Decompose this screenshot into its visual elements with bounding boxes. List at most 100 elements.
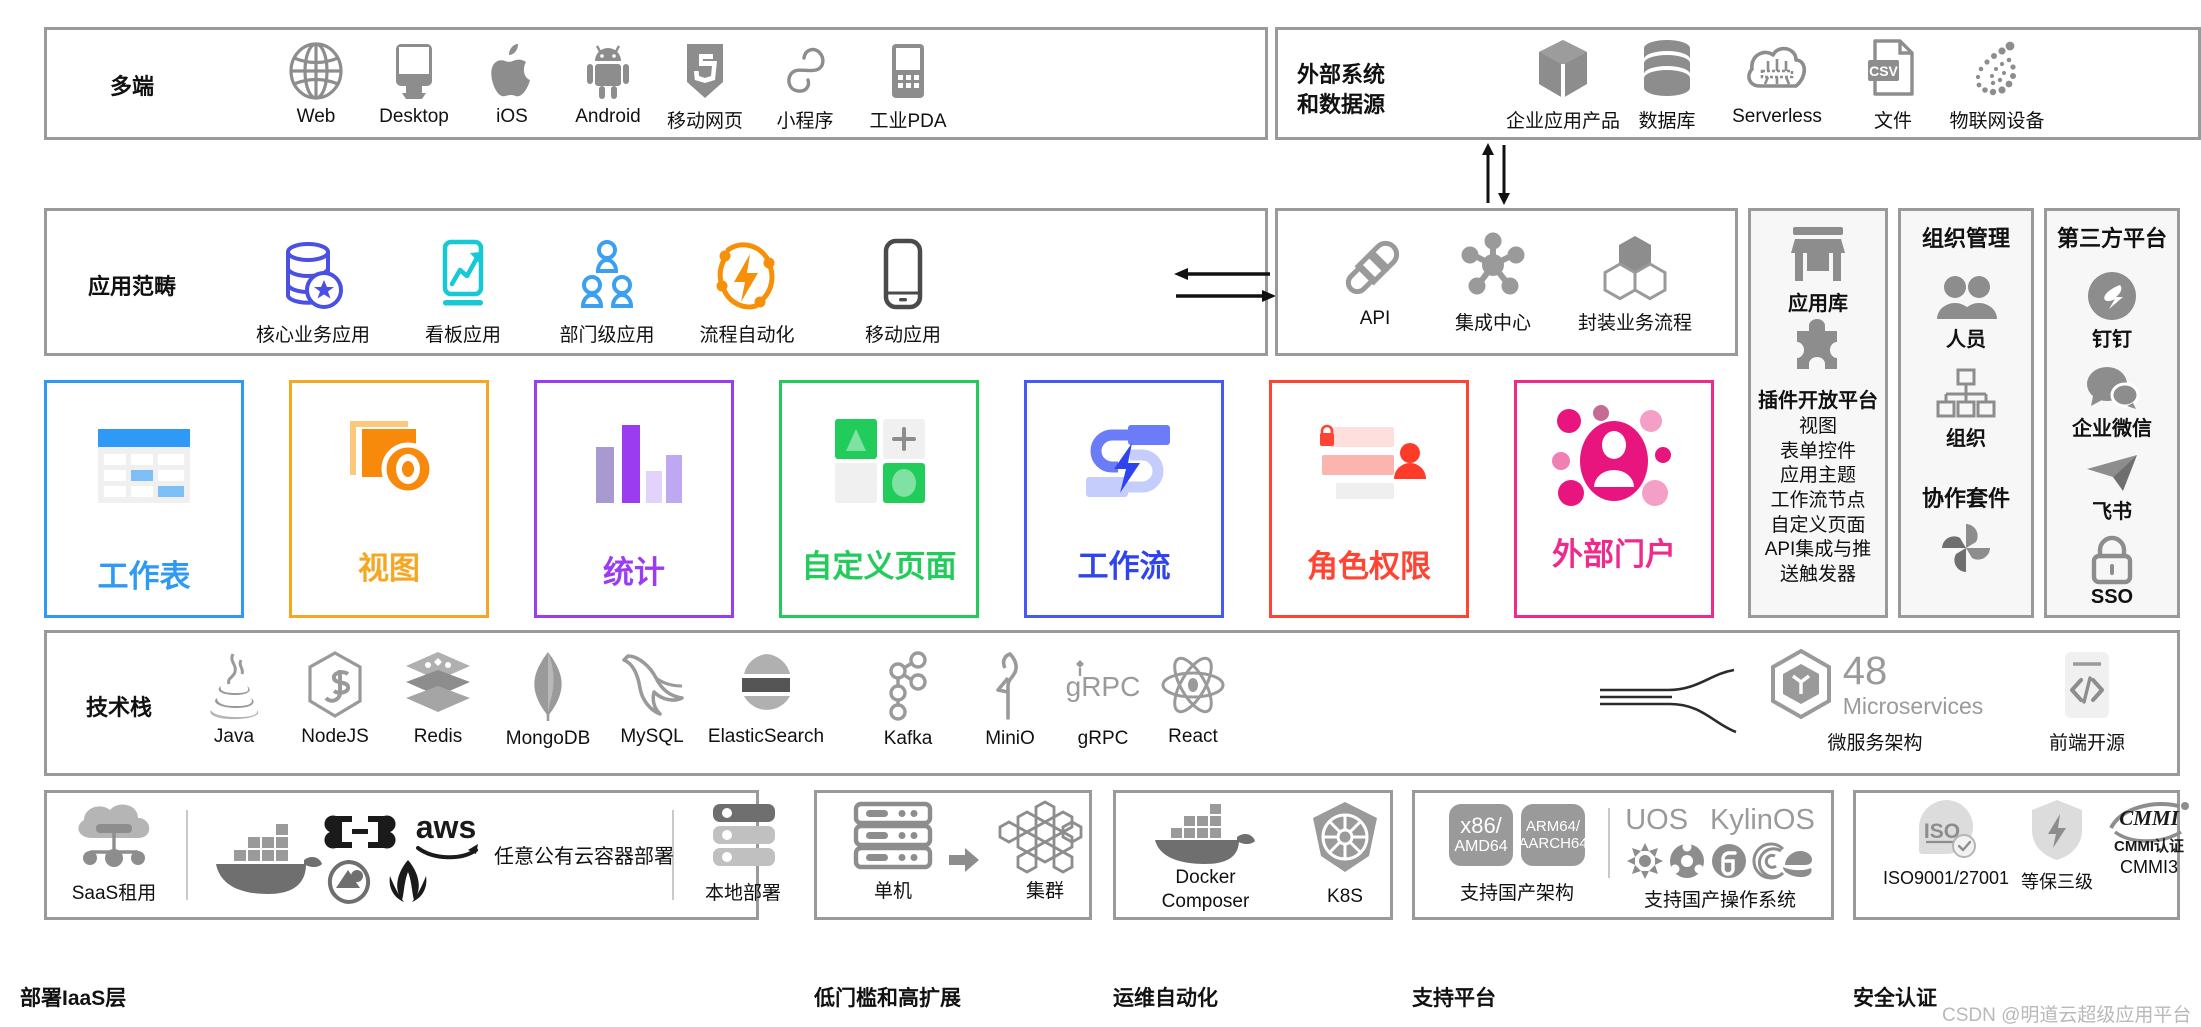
client-item-industrial-pda: 工业PDA [843, 42, 973, 133]
os-names: UOS KylinOS [1625, 804, 1815, 837]
dingtalk-label: 钉钉 [2092, 329, 2132, 351]
integration-item-process: 封装业务流程 [1560, 228, 1710, 335]
feature-card-statistics[interactable]: 统计 [534, 380, 734, 618]
external-systems-label: 外部系统 和数据源 [1297, 62, 1386, 117]
chip-top: x86/ [1460, 813, 1502, 839]
feature-card-role-permission[interactable]: 角色权限 [1269, 380, 1469, 618]
mobile-phone-icon [879, 238, 927, 314]
third-party-title: 第三方平台 [2056, 226, 2167, 251]
scalability-label: 单机 [873, 881, 912, 902]
tech-label: MySQL [620, 726, 684, 747]
tencent-cloud-icon [327, 859, 371, 905]
svg-text:CSV: CSV [1869, 63, 1898, 79]
scalability-section-label: 低门槛和高扩展 [814, 987, 961, 1010]
puzzle-piece-icon [1787, 319, 1849, 380]
svg-text:CMMI认证: CMMI认证 [2114, 837, 2184, 855]
rail-org-management: 组织管理 人员 组织 协作套件 [1898, 208, 2034, 618]
feature-card-custom-page[interactable]: 自定义页面 [779, 380, 979, 618]
feature-title: 工作流 [1077, 549, 1171, 584]
workflow-bolt-icon [1070, 419, 1178, 503]
tech-label: 微服务架构 [1827, 733, 1923, 754]
cloud-provider-logos: aws [324, 806, 490, 906]
custom-page-grid-icon [827, 417, 931, 503]
watermark: CSDN @明道云超级应用平台 [1942, 1005, 2192, 1026]
divider [186, 810, 188, 900]
scope-label: 部门级应用 [559, 325, 655, 346]
org-label: 组织 [1946, 428, 1986, 450]
scalability-item-single: 单机 [833, 800, 953, 903]
aws-icon: aws [416, 809, 478, 860]
feature-title: 视图 [358, 551, 420, 586]
scope-label: 移动应用 [864, 325, 941, 346]
scope-label: 流程自动化 [699, 325, 795, 346]
feature-card-workflow[interactable]: 工作流 [1024, 380, 1224, 618]
docker-whale-icon [1151, 796, 1261, 864]
pinwheel-icon [1939, 521, 1993, 575]
rail-app-store: 应用库 插件开放平台 视图 表单控件 应用主题 工作流节点 自定义页面 API集… [1748, 208, 1888, 618]
rail-third-party: 第三方平台 钉钉 企业微信 飞书 SSO [2044, 208, 2180, 618]
feishu-label: 飞书 [2092, 501, 2132, 523]
tech-label: MiniO [985, 728, 1035, 749]
redhat-icon [1783, 851, 1812, 877]
iaas-label: SaaS租用 [71, 883, 157, 904]
feishu-icon [2083, 453, 2141, 493]
client-label: 工业PDA [869, 111, 947, 132]
external-item-iot: 物联网设备 [1932, 38, 2062, 133]
scope-item-core-business: 核心业务应用 [238, 238, 388, 347]
org-management-title: 组织管理 [1921, 226, 2010, 251]
external-label: 物联网设备 [1949, 111, 2045, 132]
plugin-item: 送触发器 [1779, 564, 1856, 586]
iot-dots-icon [1966, 38, 2028, 100]
html5-icon [683, 42, 727, 100]
chip-top: ARM64/ [1525, 817, 1581, 835]
apple-icon [488, 42, 536, 100]
mongodb-icon [524, 650, 572, 722]
client-label: 移动网页 [666, 111, 743, 132]
wecom-icon [2085, 364, 2140, 410]
worksheet-table-icon [89, 427, 199, 505]
client-label: 小程序 [776, 111, 834, 132]
feature-card-external-portal[interactable]: 外部门户 [1514, 380, 1714, 618]
integration-item-hub: 集成中心 [1418, 228, 1568, 335]
divider [1608, 808, 1610, 878]
scope-item-automation: 流程自动化 [682, 238, 812, 347]
scope-label: 看板应用 [424, 325, 501, 346]
integration-hub-icon [1456, 228, 1530, 302]
tech-label: 前端开源 [2048, 733, 2125, 754]
client-label: iOS [496, 106, 528, 127]
integration-label: 封装业务流程 [1577, 313, 1692, 334]
security-label: ISO9001/27001 [1882, 868, 2010, 888]
store-shop-icon [1787, 223, 1849, 285]
flow-curve-decoration [1598, 668, 1738, 738]
security-label: CMMI3 [2120, 857, 2178, 877]
bidirectional-vertical-arrow [1478, 143, 1524, 205]
microservices-unit: Microservices [1842, 692, 1984, 719]
miniprogram-icon [779, 42, 831, 100]
team-users-icon [576, 238, 638, 314]
platform-label: 支持国产操作系统 [1643, 890, 1796, 911]
iaas-item-local: 本地部署 [683, 800, 803, 905]
integration-label: API [1359, 308, 1391, 329]
java-icon [201, 650, 267, 720]
database-icon [1640, 38, 1694, 100]
app-scope-label: 应用范畴 [88, 274, 177, 299]
view-layers-eye-icon [336, 413, 442, 505]
kubernetes-icon [1303, 800, 1387, 880]
architecture-diagram: 多端 Web Desktop iOS Android 移动网页 小程序 工业PD… [0, 0, 2201, 1027]
iaas-label: 本地部署 [704, 883, 781, 904]
core-business-db-icon [282, 238, 344, 314]
dingtalk-icon [2087, 271, 2137, 321]
wecom-label: 企业微信 [2072, 418, 2152, 440]
svg-text:CMMI: CMMI [2119, 806, 2179, 830]
feature-card-worksheet[interactable]: 工作表 [44, 380, 244, 618]
external-item-enterprise-app: 企业应用产品 [1498, 38, 1628, 133]
chip-bottom: AMD64 [1454, 838, 1508, 856]
react-icon [1159, 650, 1227, 720]
arch-chips: x86/ AMD64 ARM64/ AARCH64 [1449, 804, 1588, 866]
scope-item-department: 部门级应用 [542, 238, 672, 347]
devops-item-docker-composer: Docker Composer [1138, 796, 1273, 914]
feature-card-view[interactable]: 视图 [289, 380, 489, 618]
ubuntu-icon [1670, 842, 1704, 878]
iso-badge-icon: ISO [1908, 798, 1984, 862]
os-name: KylinOS [1710, 804, 1815, 836]
